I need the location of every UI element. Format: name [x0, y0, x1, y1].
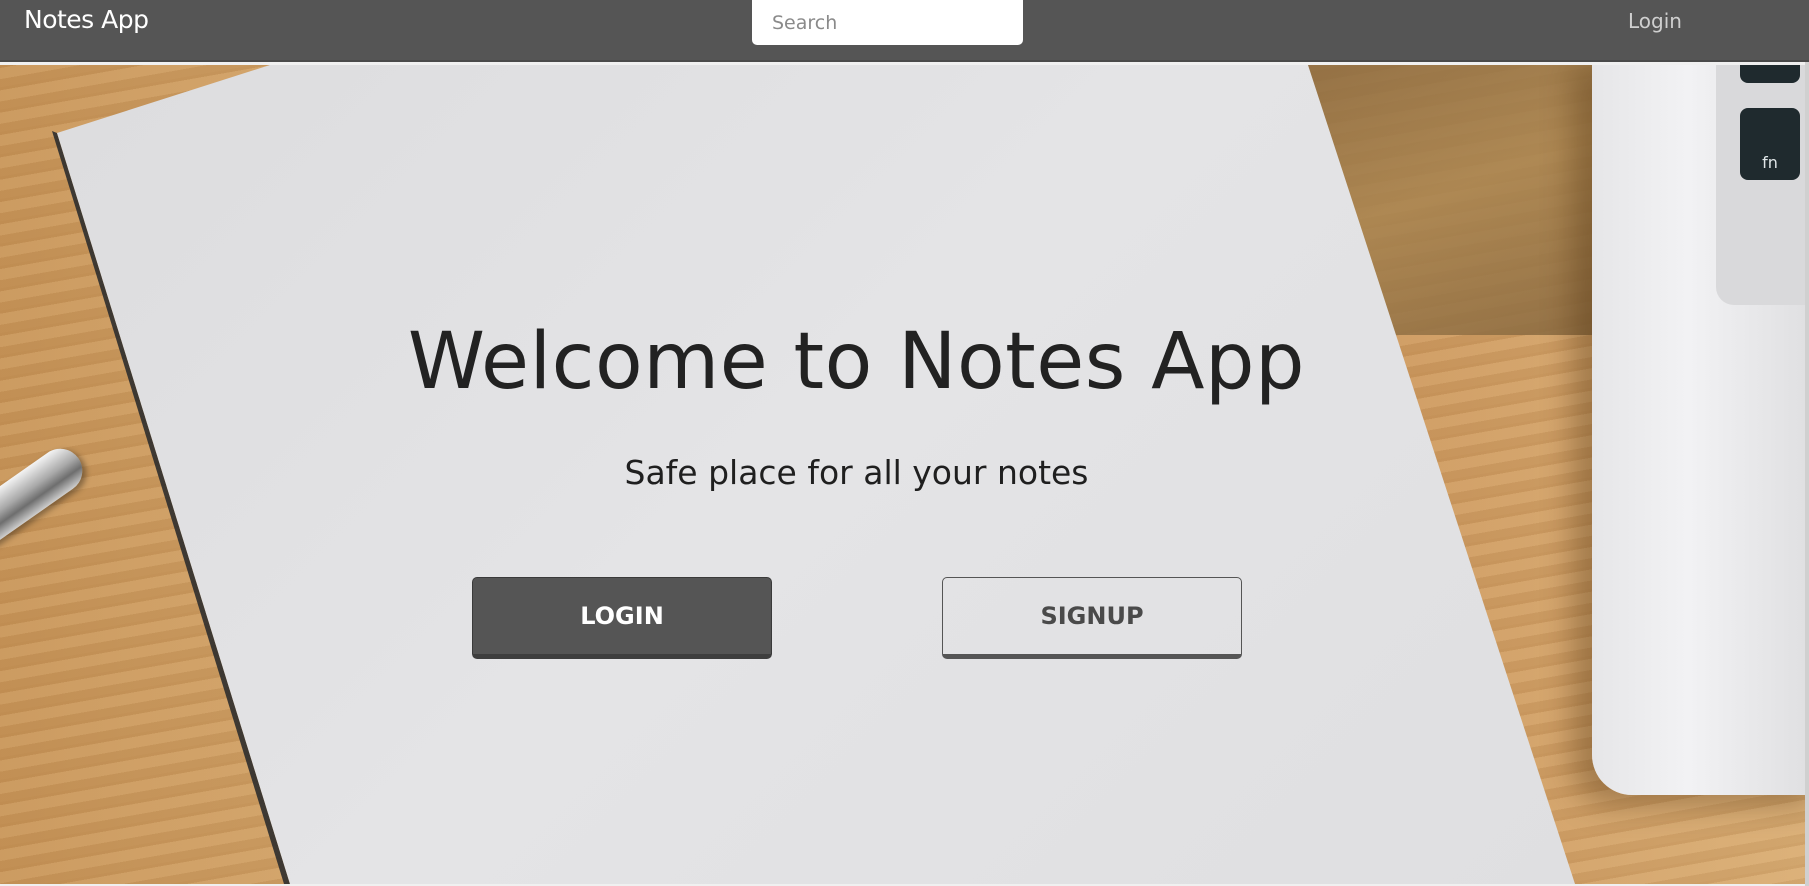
hero-title: Welcome to Notes App: [407, 317, 1306, 407]
nav-login-link[interactable]: Login: [1628, 9, 1682, 33]
login-button[interactable]: LOGIN: [472, 577, 772, 659]
hero-section: fn Welcome to Notes App Safe place for a…: [0, 65, 1805, 884]
search-input[interactable]: [752, 0, 1023, 45]
laptop-fn-key: fn: [1740, 108, 1800, 180]
top-navbar: Notes App Login: [0, 0, 1809, 60]
page-scrollbar[interactable]: [1805, 60, 1809, 886]
signup-button[interactable]: SIGNUP: [942, 577, 1242, 659]
laptop-keyboard: [1716, 65, 1805, 305]
brand-link[interactable]: Notes App: [24, 7, 149, 33]
laptop-key: [1740, 65, 1800, 83]
hero-subtitle: Safe place for all your notes: [624, 453, 1089, 492]
